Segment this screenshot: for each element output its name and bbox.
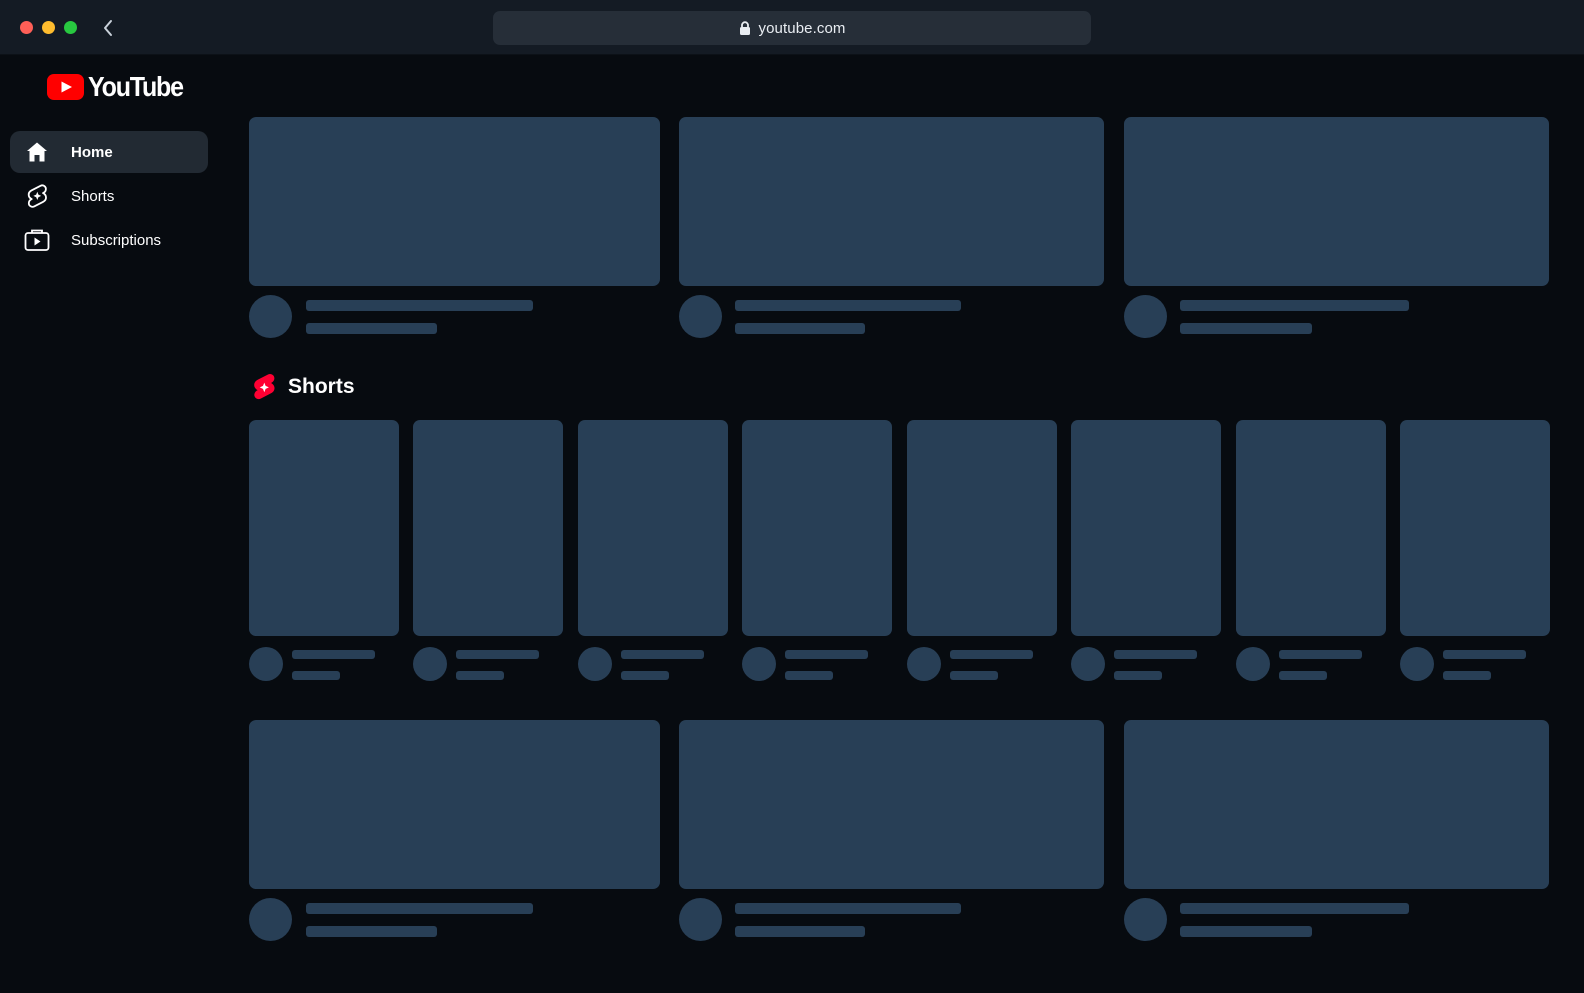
short-thumbnail-placeholder[interactable]: [742, 420, 892, 636]
channel-avatar-placeholder[interactable]: [249, 295, 292, 338]
meta-line-placeholder: [292, 671, 340, 680]
meta-line-placeholder: [1180, 926, 1312, 937]
sidebar-item-label: Home: [71, 143, 113, 161]
back-button[interactable]: [98, 16, 118, 40]
video-thumbnail-placeholder[interactable]: [249, 720, 660, 889]
chevron-left-icon: [104, 20, 112, 36]
sidebar-item-home[interactable]: Home: [10, 131, 208, 173]
youtube-play-logo-icon: [47, 74, 84, 100]
logo-wordmark: YouTube: [88, 70, 184, 103]
channel-avatar-placeholder[interactable]: [1124, 898, 1167, 941]
title-line-placeholder: [456, 650, 539, 659]
meta-line-placeholder: [306, 323, 437, 334]
meta-line-placeholder: [1443, 671, 1491, 680]
minimize-window-button[interactable]: [42, 21, 55, 34]
url-text: youtube.com: [758, 19, 846, 37]
channel-avatar-placeholder[interactable]: [1236, 647, 1270, 681]
meta-line-placeholder: [735, 323, 865, 334]
title-line-placeholder: [1279, 650, 1362, 659]
sidebar-item-label: Subscriptions: [71, 231, 162, 249]
channel-avatar-placeholder[interactable]: [1071, 647, 1105, 681]
title-line-placeholder: [621, 650, 704, 659]
channel-avatar-placeholder[interactable]: [679, 295, 722, 338]
short-thumbnail-placeholder[interactable]: [907, 420, 1057, 636]
title-line-placeholder: [1180, 300, 1409, 311]
sidebar-item-subscriptions[interactable]: Subscriptions: [10, 219, 208, 261]
meta-line-placeholder: [735, 926, 865, 937]
meta-line-placeholder: [456, 671, 504, 680]
lock-icon: [739, 20, 750, 35]
channel-avatar-placeholder[interactable]: [742, 647, 776, 681]
title-line-placeholder: [950, 650, 1033, 659]
channel-avatar-placeholder[interactable]: [907, 647, 941, 681]
sidebar-item-label: Shorts: [71, 187, 115, 205]
video-thumbnail-placeholder[interactable]: [249, 117, 660, 286]
meta-line-placeholder: [306, 926, 437, 937]
title-line-placeholder: [1180, 903, 1409, 914]
short-thumbnail-placeholder[interactable]: [1400, 420, 1550, 636]
shorts-logo-icon: [254, 373, 275, 399]
meta-line-placeholder: [1180, 323, 1312, 334]
meta-line-placeholder: [621, 671, 669, 680]
shorts-icon: [24, 184, 50, 208]
short-thumbnail-placeholder[interactable]: [249, 420, 399, 636]
title-line-placeholder: [1443, 650, 1526, 659]
meta-line-placeholder: [950, 671, 998, 680]
meta-line-placeholder: [1114, 671, 1162, 680]
subscriptions-icon: [24, 228, 50, 252]
close-window-button[interactable]: [20, 21, 33, 34]
home-icon: [24, 140, 50, 164]
sidebar-item-shorts[interactable]: Shorts: [10, 175, 208, 217]
video-thumbnail-placeholder[interactable]: [1124, 117, 1549, 286]
short-thumbnail-placeholder[interactable]: [413, 420, 563, 636]
video-thumbnail-placeholder[interactable]: [1124, 720, 1549, 889]
channel-avatar-placeholder[interactable]: [1400, 647, 1434, 681]
title-line-placeholder: [292, 650, 375, 659]
short-thumbnail-placeholder[interactable]: [578, 420, 728, 636]
channel-avatar-placeholder[interactable]: [578, 647, 612, 681]
youtube-logo[interactable]: YouTube: [47, 70, 184, 103]
title-line-placeholder: [306, 300, 533, 311]
zoom-window-button[interactable]: [64, 21, 77, 34]
address-bar[interactable]: youtube.com: [493, 11, 1091, 45]
channel-avatar-placeholder[interactable]: [249, 647, 283, 681]
short-thumbnail-placeholder[interactable]: [1236, 420, 1386, 636]
title-line-placeholder: [785, 650, 868, 659]
channel-avatar-placeholder[interactable]: [413, 647, 447, 681]
title-line-placeholder: [306, 903, 533, 914]
browser-window: youtube.com YouTube Home Shorts Subscrip…: [0, 0, 1584, 993]
meta-line-placeholder: [785, 671, 833, 680]
title-line-placeholder: [735, 300, 961, 311]
video-thumbnail-placeholder[interactable]: [679, 720, 1104, 889]
channel-avatar-placeholder[interactable]: [249, 898, 292, 941]
channel-avatar-placeholder[interactable]: [1124, 295, 1167, 338]
browser-titlebar: youtube.com: [0, 0, 1584, 55]
meta-line-placeholder: [1279, 671, 1327, 680]
short-thumbnail-placeholder[interactable]: [1071, 420, 1221, 636]
title-line-placeholder: [1114, 650, 1197, 659]
section-title: Shorts: [288, 375, 355, 398]
shorts-section-header[interactable]: Shorts: [252, 372, 355, 402]
video-thumbnail-placeholder[interactable]: [679, 117, 1104, 286]
channel-avatar-placeholder[interactable]: [679, 898, 722, 941]
title-line-placeholder: [735, 903, 961, 914]
